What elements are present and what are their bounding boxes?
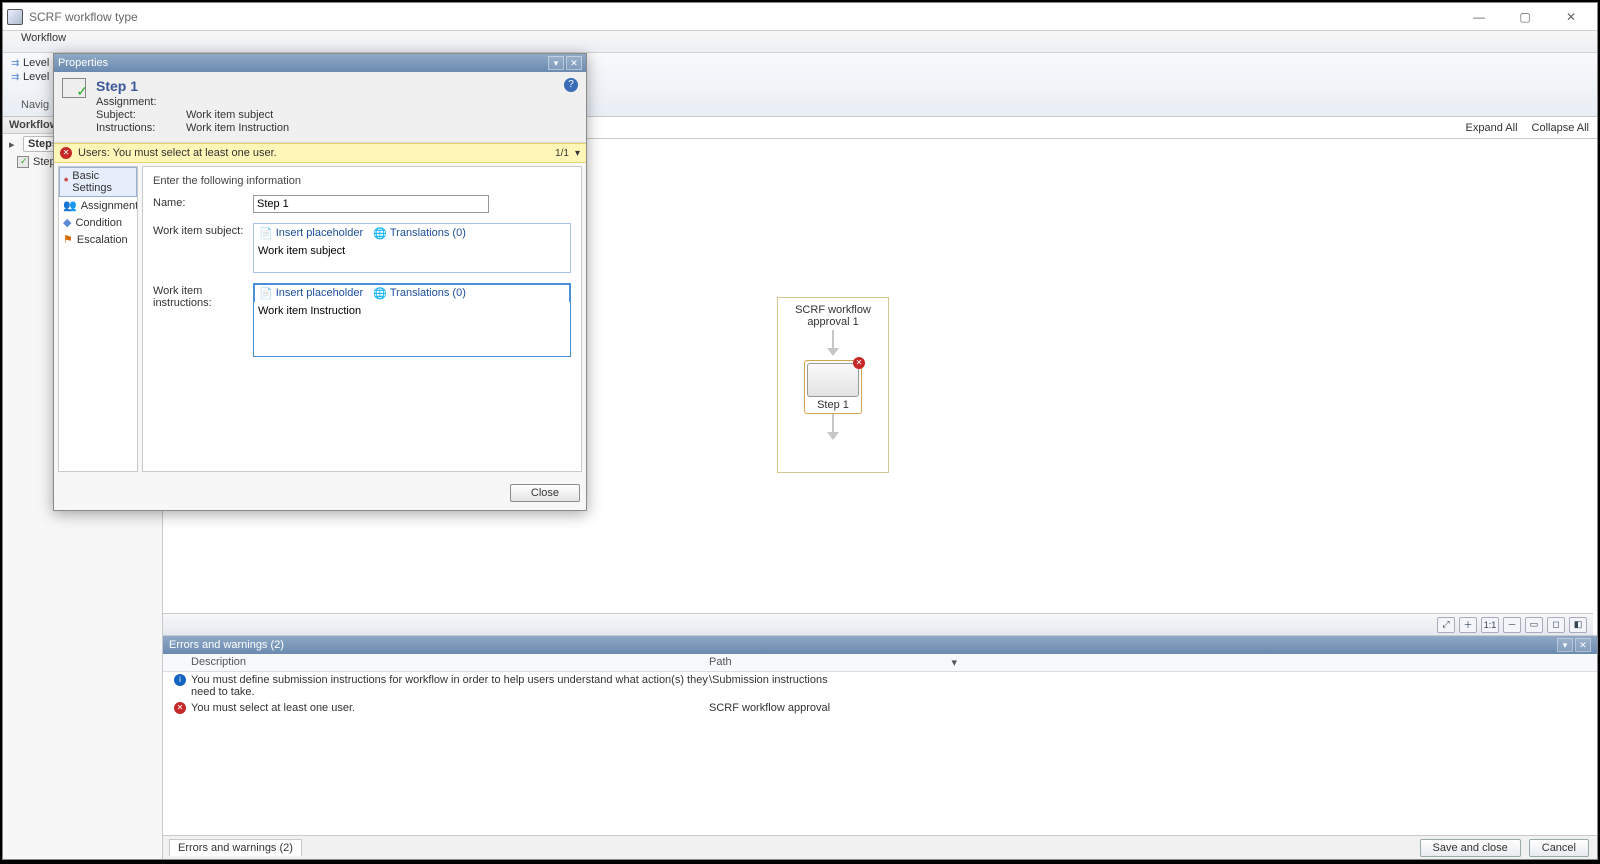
placeholder-icon: 📄 — [259, 287, 273, 300]
maximize-button[interactable]: ▢ — [1503, 7, 1547, 27]
translations-link[interactable]: 🌐Translations (0) — [373, 227, 466, 240]
nav-item-escalation[interactable]: ⚑Escalation — [59, 231, 137, 248]
dialog-form: Enter the following information Name: Wo… — [142, 166, 582, 472]
escalation-icon: ⚑ — [63, 233, 73, 246]
node-error-badge-icon: ✕ — [853, 357, 865, 369]
nav-path: Navig — [21, 96, 49, 114]
translations-link[interactable]: 🌐Translations (0) — [373, 287, 466, 300]
inline-error-counter: 1/1 — [555, 148, 569, 159]
expand-all-link[interactable]: Expand All — [1466, 122, 1518, 134]
approval-step-icon — [62, 78, 86, 98]
errors-panel-menu-button[interactable]: ▾ — [1557, 638, 1573, 652]
zoom-100-button[interactable]: 1:1 — [1481, 617, 1499, 633]
condition-icon: ◆ — [63, 216, 71, 229]
error-icon: ✕ — [60, 147, 72, 159]
dialog-footer: Close — [54, 476, 586, 510]
inline-error-next-button[interactable]: ▾ — [575, 148, 580, 159]
insert-placeholder-link[interactable]: 📄Insert placeholder — [259, 287, 363, 300]
tab-errors-warnings[interactable]: Errors and warnings (2) — [169, 839, 302, 856]
nav-item-condition[interactable]: ◆Condition — [59, 214, 137, 231]
zoom-in-button[interactable]: ＋ — [1459, 617, 1477, 633]
name-input[interactable] — [253, 195, 489, 213]
flow-icon — [11, 57, 23, 69]
titlebar: SCRF workflow type — ▢ ✕ — [3, 3, 1597, 31]
col-path[interactable]: Path▾ — [703, 654, 963, 671]
errors-panel: Errors and warnings (2) ▾ ✕ Description … — [163, 635, 1597, 835]
error-row[interactable]: i You must define submission instruction… — [163, 672, 1597, 700]
ribbon-tab-workflow[interactable]: Workflow — [11, 32, 76, 52]
insert-placeholder-link[interactable]: 📄Insert placeholder — [259, 227, 363, 240]
required-icon: * — [64, 176, 68, 188]
nav-item-assignment[interactable]: 👥Assignment — [59, 197, 137, 214]
approval-step-icon — [825, 373, 841, 387]
name-label: Name: — [153, 195, 253, 209]
dropdown-icon[interactable]: ▾ — [951, 656, 957, 669]
zoom-toolbar: ⤢ ＋ 1:1 － ▭ ◻ ◧ — [163, 613, 1593, 635]
dialog-side-nav: *Basic Settings 👥Assignment ◆Condition ⚑… — [58, 166, 138, 472]
globe-icon: 🌐 — [373, 287, 387, 300]
zoom-region-button[interactable]: ▭ — [1525, 617, 1543, 633]
ribbon-tree-item[interactable]: Level — [11, 57, 49, 69]
properties-dialog: Properties ▾ ✕ Step 1 Assignment: Subjec… — [53, 53, 587, 511]
save-and-close-button[interactable]: Save and close — [1420, 839, 1521, 857]
dialog-close-button[interactable]: Close — [510, 484, 580, 502]
instructions-textarea[interactable] — [254, 302, 570, 356]
approval-step-icon — [17, 156, 29, 168]
window-title: SCRF workflow type — [29, 10, 138, 24]
dialog-step-name: Step 1 — [96, 78, 289, 94]
wf-step-node[interactable]: ✕ Step 1 — [804, 360, 862, 414]
dialog-titlebar: Properties ▾ ✕ — [54, 54, 586, 72]
dialog-close-button[interactable]: ✕ — [566, 56, 582, 70]
app-icon — [7, 9, 23, 25]
ribbon-tree-item[interactable]: Level — [11, 71, 49, 83]
flow-arrow-icon — [827, 414, 839, 444]
subject-textarea[interactable] — [254, 242, 570, 272]
nav-item-basic-settings[interactable]: *Basic Settings — [59, 167, 137, 197]
flow-arrow-icon — [827, 330, 839, 360]
minimize-button[interactable]: — — [1457, 7, 1501, 27]
error-icon: ✕ — [174, 702, 186, 714]
close-window-button[interactable]: ✕ — [1549, 7, 1593, 27]
error-row[interactable]: ✕ You must select at least one user. SCR… — [163, 700, 1597, 716]
wf-step-label: Step 1 — [807, 397, 859, 411]
col-description[interactable]: Description — [185, 654, 703, 671]
user-icon: 👥 — [63, 199, 77, 212]
zoom-out-button[interactable]: － — [1503, 617, 1521, 633]
cancel-button[interactable]: Cancel — [1529, 839, 1589, 857]
subject-label: Work item subject: — [153, 223, 253, 237]
workflow-group-title: SCRF workflow approval 1 — [778, 298, 888, 330]
flow-icon — [11, 71, 23, 83]
dialog-header: Step 1 Assignment: Subject:Work item sub… — [54, 72, 586, 143]
errors-panel-header: Errors and warnings (2) ▾ ✕ — [163, 636, 1597, 654]
workflow-approval-group[interactable]: SCRF workflow approval 1 ✕ Step 1 — [777, 297, 889, 473]
errors-panel-close-button[interactable]: ✕ — [1575, 638, 1591, 652]
app-frame: SCRF workflow type — ▢ ✕ Workflow Level … — [2, 2, 1598, 860]
instructions-label: Work item instructions: — [153, 283, 253, 309]
errors-columns: Description Path▾ — [163, 654, 1597, 672]
placeholder-icon: 📄 — [259, 227, 273, 240]
help-icon[interactable]: ? — [564, 78, 578, 92]
collapse-all-link[interactable]: Collapse All — [1532, 122, 1589, 134]
zoom-fit-button[interactable]: ⤢ — [1437, 617, 1455, 633]
subject-editor: 📄Insert placeholder 🌐Translations (0) — [253, 223, 571, 273]
globe-icon: 🌐 — [373, 227, 387, 240]
dialog-dropdown-button[interactable]: ▾ — [548, 56, 564, 70]
instructions-editor: 📄Insert placeholder 🌐Translations (0) — [253, 283, 571, 357]
dialog-inline-error: ✕ Users: You must select at least one us… — [54, 143, 586, 163]
bottom-tabs: Errors and warnings (2) Save and close C… — [163, 835, 1597, 859]
form-section-title: Enter the following information — [153, 175, 571, 187]
tree-collapse-icon[interactable]: ▸ — [9, 138, 19, 151]
info-icon: i — [174, 674, 186, 686]
zoom-page-button[interactable]: ◻ — [1547, 617, 1565, 633]
zoom-misc-button[interactable]: ◧ — [1569, 617, 1587, 633]
